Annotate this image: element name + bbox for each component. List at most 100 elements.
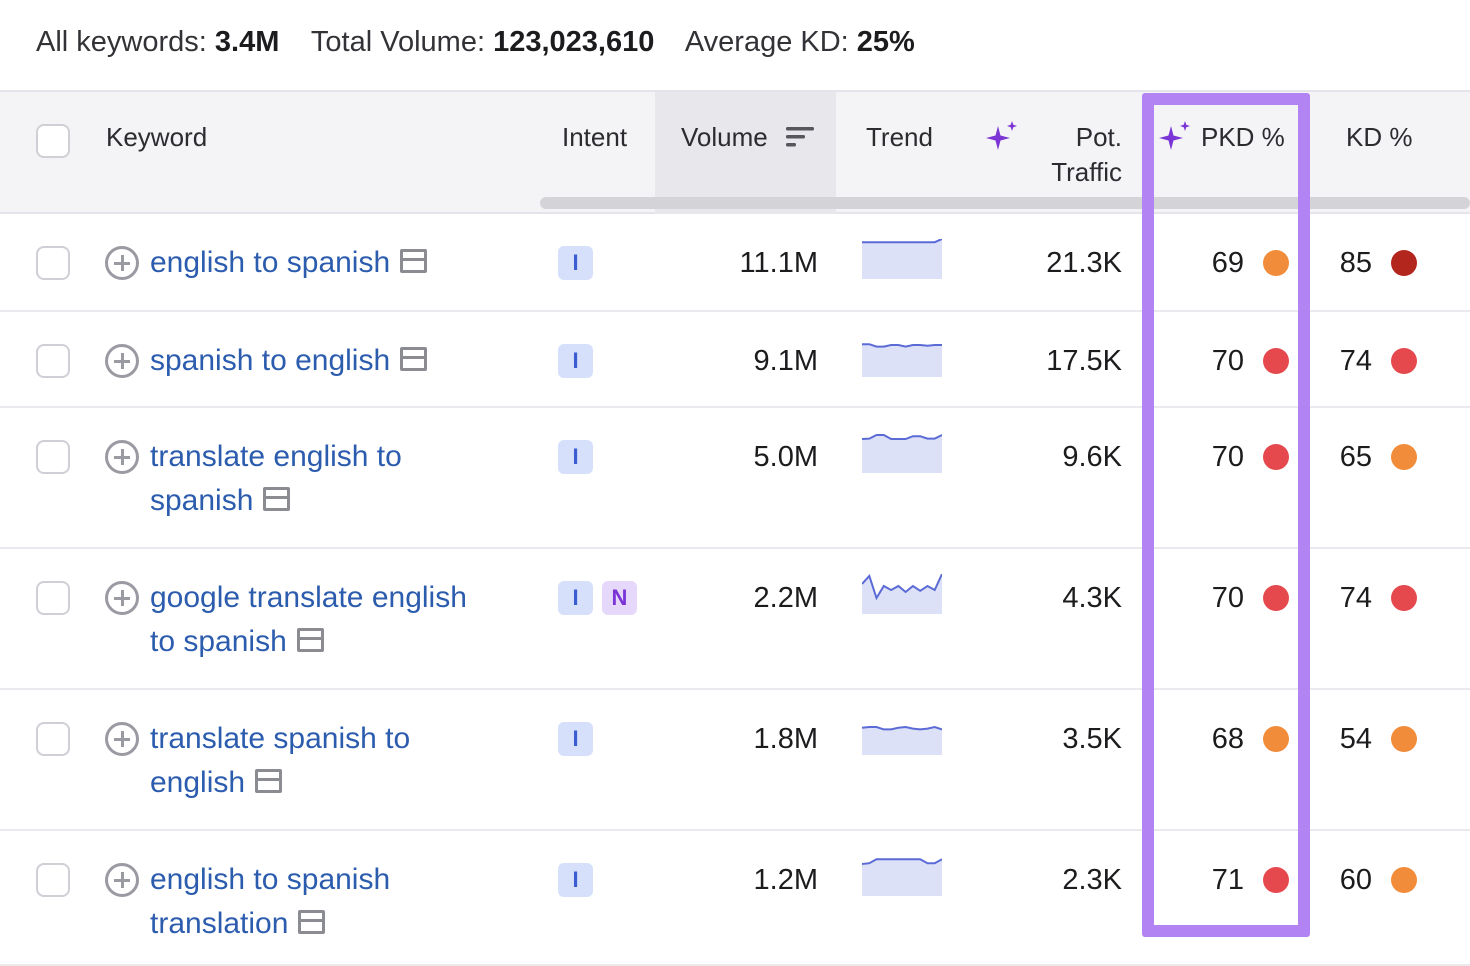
plus-circle-icon[interactable]	[105, 863, 139, 897]
keyword-text[interactable]: spanish to english	[150, 344, 390, 377]
select-all-checkbox[interactable]	[36, 124, 70, 158]
keyword-link[interactable]: spanish to english	[150, 339, 428, 383]
total-volume-value: 123,023,610	[493, 26, 655, 58]
kd-column-header[interactable]: KD %	[1346, 120, 1412, 155]
keyword-line-2: translation	[150, 902, 390, 946]
keyword-line-2: english	[150, 761, 410, 805]
keyword-text[interactable]: english to spanish	[150, 863, 390, 896]
keyword-text[interactable]: translate english to	[150, 440, 402, 473]
pot-traffic-value: 4.3K	[1062, 582, 1122, 614]
kd-value: 74	[1339, 345, 1372, 377]
pot-traffic-value: 17.5K	[1046, 345, 1122, 377]
kd-value: 60	[1339, 864, 1372, 896]
total-volume-label: Total Volume:	[310, 26, 486, 58]
keyword-link[interactable]: english to spanish	[150, 241, 428, 285]
plus-circle-icon[interactable]	[105, 344, 139, 378]
pot-traffic-column-header[interactable]: Pot. Traffic	[1020, 120, 1122, 190]
pot-traffic-value: 9.6K	[1062, 441, 1122, 473]
average-kd-label: Average KD:	[684, 26, 849, 58]
trend-area	[862, 574, 942, 614]
keyword-text[interactable]: translate spanish to	[150, 722, 410, 755]
pot-traffic-header-line2: Traffic	[1051, 157, 1122, 187]
row-checkbox[interactable]	[36, 581, 70, 615]
trend-area	[862, 435, 942, 473]
serp-features-icon[interactable]	[400, 347, 428, 372]
kd-difficulty-dot	[1391, 250, 1417, 276]
keyword-text[interactable]: google translate english	[150, 581, 467, 614]
volume-value: 9.1M	[753, 345, 818, 377]
row-checkbox[interactable]	[36, 863, 70, 897]
average-kd-stat: Average KD: 25%	[685, 26, 915, 58]
kd-difficulty-dot	[1391, 348, 1417, 374]
kd-value: 65	[1339, 441, 1372, 473]
horizontal-scrollbar[interactable]	[540, 197, 1470, 209]
trend-sparkline	[862, 343, 942, 377]
kd-value: 74	[1339, 582, 1372, 614]
volume-column-header[interactable]: Volume	[681, 120, 768, 155]
all-keywords-value: 3.4M	[214, 26, 280, 58]
kd-difficulty-dot	[1391, 585, 1417, 611]
trend-sparkline	[861, 858, 943, 896]
keyword-column-header[interactable]: Keyword	[106, 120, 207, 155]
keyword-text[interactable]: spanish	[150, 484, 253, 517]
keyword-link[interactable]: english to spanish translation	[150, 858, 390, 946]
row-checkbox[interactable]	[36, 246, 70, 280]
keyword-line-1: english to spanish	[150, 241, 428, 285]
trend-cell	[861, 856, 943, 901]
trend-cell	[862, 238, 943, 284]
row-checkbox[interactable]	[36, 344, 70, 378]
sort-descending-icon[interactable]	[786, 125, 814, 149]
intent-badge-i[interactable]: I	[558, 344, 593, 378]
serp-features-icon[interactable]	[255, 769, 283, 794]
intent-badge-n[interactable]: N	[602, 581, 637, 615]
keyword-text[interactable]: english to spanish	[150, 246, 390, 279]
pot-traffic-value: 21.3K	[1046, 247, 1122, 279]
all-keywords-stat: All keywords: 3.4M	[36, 26, 279, 58]
kd-difficulty-dot	[1391, 726, 1417, 752]
row-checkbox[interactable]	[36, 722, 70, 756]
serp-features-icon[interactable]	[263, 487, 291, 512]
plus-circle-icon[interactable]	[105, 722, 139, 756]
keyword-line-1: translate spanish to	[150, 717, 410, 761]
keyword-line-1: translate english to	[150, 435, 402, 479]
trend-sparkline	[861, 725, 943, 755]
keyword-text[interactable]: english	[150, 766, 245, 799]
total-volume-stat: Total Volume: 123,023,610	[311, 26, 654, 58]
trend-line	[862, 343, 942, 348]
keyword-text[interactable]: translation	[150, 907, 288, 940]
volume-value: 1.8M	[753, 723, 818, 755]
kd-value: 85	[1339, 247, 1372, 279]
trend-area	[862, 727, 942, 755]
serp-features-icon[interactable]	[296, 628, 324, 653]
keyword-line-1: english to spanish	[150, 858, 390, 902]
trend-area	[862, 859, 942, 896]
intent-badge-i[interactable]: I	[558, 722, 593, 756]
keyword-link[interactable]: translate spanish to english	[150, 717, 410, 805]
trend-column-header[interactable]: Trend	[866, 120, 933, 155]
keyword-link[interactable]: google translate english to spanish	[150, 576, 467, 664]
keyword-text[interactable]: to spanish	[150, 625, 287, 658]
trend-cell	[861, 573, 943, 619]
plus-circle-icon[interactable]	[105, 246, 139, 280]
ai-sparkle-icon	[986, 121, 1017, 150]
keyword-line-2: to spanish	[150, 620, 467, 664]
trend-cell	[861, 715, 943, 760]
pkd-column-highlight	[1142, 93, 1310, 937]
serp-features-icon[interactable]	[298, 910, 326, 935]
trend-sparkline	[862, 238, 943, 279]
volume-value: 2.2M	[753, 582, 818, 614]
intent-badge-i[interactable]: I	[558, 581, 593, 615]
row-checkbox[interactable]	[36, 440, 70, 474]
intent-badge-i[interactable]: I	[558, 863, 593, 897]
intent-badge-i[interactable]: I	[558, 246, 593, 280]
volume-value: 5.0M	[753, 441, 818, 473]
plus-circle-icon[interactable]	[105, 440, 139, 474]
keyword-link[interactable]: translate english to spanish	[150, 435, 402, 523]
intent-column-header[interactable]: Intent	[562, 120, 627, 155]
keyword-line-1: google translate english	[150, 576, 467, 620]
trend-sparkline	[861, 434, 943, 473]
intent-badge-i[interactable]: I	[558, 440, 593, 474]
plus-circle-icon[interactable]	[105, 581, 139, 615]
serp-features-icon[interactable]	[400, 249, 428, 274]
trend-area	[862, 239, 942, 279]
